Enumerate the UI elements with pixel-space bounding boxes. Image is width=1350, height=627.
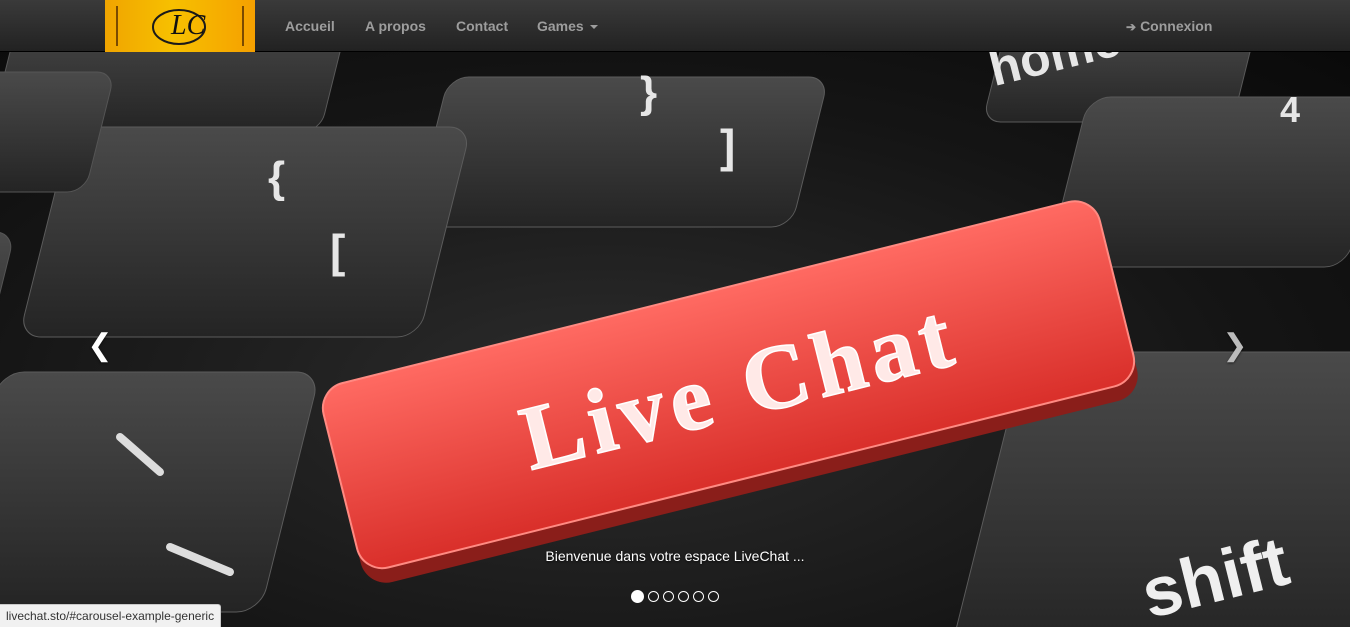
carousel-indicator-4[interactable] <box>678 591 689 602</box>
carousel-caption: Bienvenue dans votre espace LiveChat ... <box>545 548 805 564</box>
chevron-left-icon: ❮ <box>87 329 113 362</box>
navbar: LC Accueil A propos Contact Games ➔ Conne… <box>0 0 1350 52</box>
svg-text:[: [ <box>330 225 345 277</box>
svg-text:}: } <box>640 68 657 117</box>
svg-text:{: { <box>268 153 285 202</box>
status-bar-url: livechat.sto/#carousel-example-generic <box>0 604 222 627</box>
nav-link-home[interactable]: Accueil <box>285 0 335 52</box>
svg-text:4: 4 <box>1280 89 1300 130</box>
carousel-indicator-1[interactable] <box>631 590 644 603</box>
carousel-indicator-5[interactable] <box>693 591 704 602</box>
nav-dropdown-games[interactable]: Games <box>537 0 598 52</box>
chevron-right-icon: ❯ <box>1222 329 1248 362</box>
nav-link-about[interactable]: A propos <box>365 0 426 52</box>
nav-link-contact[interactable]: Contact <box>456 0 508 52</box>
carousel-next-button[interactable]: ❯ <box>1215 322 1255 370</box>
carousel-indicator-2[interactable] <box>648 591 659 602</box>
svg-text:]: ] <box>720 120 735 172</box>
carousel: Live Chat { [ } ] 4 shift home ❮ ❯ Bienv… <box>0 52 1350 627</box>
brand-logo[interactable]: LC <box>105 0 255 52</box>
carousel-prev-button[interactable]: ❮ <box>80 322 120 370</box>
sign-in-icon: ➔ <box>1126 20 1137 34</box>
carousel-indicator-3[interactable] <box>663 591 674 602</box>
svg-text:LC: LC <box>170 10 206 41</box>
login-link[interactable]: ➔ Connexion <box>1126 0 1212 52</box>
carousel-indicator-6[interactable] <box>708 591 719 602</box>
carousel-indicators <box>0 590 1350 603</box>
slide-image: Live Chat { [ } ] 4 shift home <box>0 52 1350 627</box>
caret-down-icon <box>589 25 598 30</box>
